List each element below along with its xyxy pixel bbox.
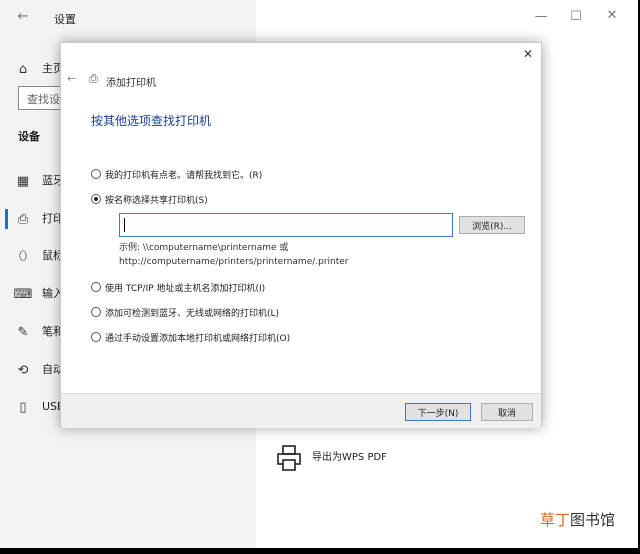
printer-name-input[interactable] xyxy=(119,213,453,237)
option-label: 通过手动设置添加本地打印机或网络打印机(O) xyxy=(105,333,291,344)
option-label: 按名称选择共享打印机(S) xyxy=(105,195,208,206)
add-printer-dialog: ✕ ← ⎙ 添加打印机 按其他选项查找打印机 我的打印机有点老。请帮我找到它。(… xyxy=(60,42,542,428)
option-label: 我的打印机有点老。请帮我找到它。(R) xyxy=(105,170,263,181)
radio-button[interactable] xyxy=(91,332,101,342)
printer-icon: ⎙ xyxy=(17,211,29,227)
selected-indicator xyxy=(5,209,8,229)
watermark-part-1: 草丁 xyxy=(540,511,571,529)
dialog-footer: 下一步(N) 取消 xyxy=(61,393,541,428)
printer-icon xyxy=(277,445,301,471)
watermark-part-2: 图书馆 xyxy=(570,511,616,529)
option-old-printer[interactable]: 我的打印机有点老。请帮我找到它。(R) xyxy=(91,166,262,182)
minimize-icon[interactable]: — xyxy=(526,9,556,24)
option-label: 添加可检测到蓝牙、无线或网络的打印机(L) xyxy=(105,308,280,319)
option-tcpip[interactable]: 使用 TCP/IP 地址或主机名添加打印机(I) xyxy=(91,279,265,295)
section-title: 设备 xyxy=(18,130,40,143)
settings-title: 设置 xyxy=(54,13,76,26)
example-line-2: http://computername/printers/printername… xyxy=(119,257,349,267)
printer-list-item[interactable]: 导出为WPS PDF xyxy=(272,440,532,480)
radio-button-selected[interactable] xyxy=(91,194,101,204)
autoplay-icon: ⟲ xyxy=(17,362,29,378)
radio-button[interactable] xyxy=(91,282,101,292)
watermark: 草丁图书馆 xyxy=(540,509,615,530)
option-wireless[interactable]: 添加可检测到蓝牙、无线或网络的打印机(L) xyxy=(91,304,279,320)
dialog-printer-icon: ⎙ xyxy=(89,72,98,85)
mouse-icon: ⬯ xyxy=(18,248,28,264)
pen-icon: ✎ xyxy=(17,324,29,340)
usb-icon: ▯ xyxy=(19,399,27,415)
example-line-1: 示例: \\computername\printername 或 xyxy=(119,243,289,253)
bluetooth-icon: ▦ xyxy=(16,173,30,189)
dialog-heading: 按其他选项查找打印机 xyxy=(91,114,212,128)
radio-button[interactable] xyxy=(91,169,101,179)
browse-button[interactable]: 浏览(R)... xyxy=(459,216,525,234)
option-manual[interactable]: 通过手动设置添加本地打印机或网络打印机(O) xyxy=(91,329,290,345)
dialog-back-icon[interactable]: ← xyxy=(67,72,76,85)
dialog-title: 添加打印机 xyxy=(106,78,156,89)
next-button[interactable]: 下一步(N) xyxy=(405,403,471,421)
close-window-icon[interactable]: ✕ xyxy=(597,8,627,23)
maximize-icon[interactable]: ☐ xyxy=(561,9,591,24)
text-caret xyxy=(124,218,125,232)
dialog-close-icon[interactable]: ✕ xyxy=(523,47,533,61)
printer-name: 导出为WPS PDF xyxy=(312,452,387,463)
cancel-button[interactable]: 取消 xyxy=(481,403,533,421)
option-label: 使用 TCP/IP 地址或主机名添加打印机(I) xyxy=(105,283,266,294)
keyboard-icon: ⌨ xyxy=(13,286,33,302)
option-shared-printer[interactable]: 按名称选择共享打印机(S) xyxy=(91,191,208,207)
back-arrow-icon[interactable]: ← xyxy=(8,9,38,24)
radio-button[interactable] xyxy=(91,307,101,317)
home-icon: ⌂ xyxy=(18,61,28,77)
